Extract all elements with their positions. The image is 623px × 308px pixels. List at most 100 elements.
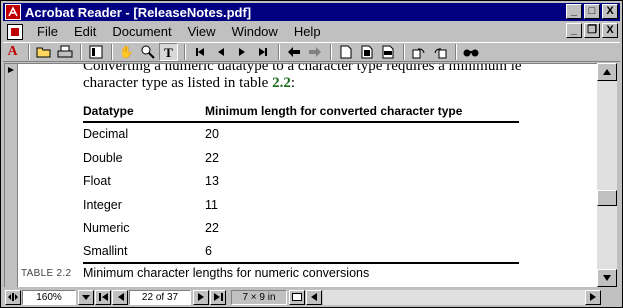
window-title: Acrobat Reader - [ReleaseNotes.pdf] [25, 4, 252, 20]
fit-page-icon[interactable] [357, 43, 376, 61]
document-menu-icon[interactable] [7, 23, 23, 40]
table-cell-length: 22 [205, 221, 219, 235]
table-cell-datatype: Float [83, 174, 111, 188]
table-caption-label: TABLE 2.2 [21, 268, 72, 279]
table-cell-datatype: Decimal [83, 127, 129, 141]
rotate-right-icon[interactable] [430, 43, 449, 61]
paragraph-line-2: character type as listed in table 2.2: [83, 75, 597, 92]
text-select-icon[interactable]: T [159, 43, 178, 61]
doc-close-button[interactable]: X [602, 23, 618, 38]
table-cell-length: 13 [205, 174, 219, 188]
table-header-rule [83, 121, 519, 123]
paragraph-punct: : [290, 75, 296, 91]
menu-window[interactable]: Window [224, 24, 286, 39]
document-view[interactable]: Converting a numeric datatype to a chara… [4, 63, 597, 287]
last-page-icon [213, 293, 223, 301]
acrobat-app-icon[interactable] [5, 4, 21, 20]
menu-view[interactable]: View [180, 24, 224, 39]
status-prev-page-button[interactable] [112, 289, 128, 305]
body-paragraph: Converting a numeric datatype to a chara… [83, 63, 597, 92]
menu-file[interactable]: File [29, 24, 66, 39]
table-caption-text: Minimum character lengths for numeric co… [83, 266, 370, 280]
page-size-indicator: 7 × 9 in [231, 289, 287, 305]
horizontal-scrollbar[interactable] [323, 289, 585, 305]
table-bottom-rule [83, 262, 519, 264]
table-cell-datatype: Numeric [83, 221, 130, 235]
scroll-right-button[interactable] [585, 289, 601, 305]
toolbar: A ✋ T [3, 42, 620, 62]
toolbar-separator [28, 44, 30, 60]
page-number-field[interactable]: 22 of 37 [129, 289, 191, 305]
text-select-label: T [164, 44, 173, 60]
table-reference-link[interactable]: 2.2 [272, 75, 291, 91]
table-cell-datatype: Smallint [83, 244, 128, 258]
first-page-icon [98, 293, 108, 301]
arrow-right-icon [590, 293, 596, 301]
table-header-datatype: Datatype [83, 104, 134, 118]
scroll-down-button[interactable] [597, 269, 617, 287]
prev-page-icon [117, 293, 124, 301]
arrow-down-icon [603, 275, 611, 281]
zoom-dropdown-button[interactable] [78, 289, 94, 305]
scroll-up-button[interactable] [597, 63, 617, 81]
find-icon[interactable] [461, 43, 480, 61]
menu-document[interactable]: Document [104, 24, 179, 39]
status-first-page-button[interactable] [95, 289, 111, 305]
table-cell-length: 20 [205, 127, 219, 141]
menu-help[interactable]: Help [286, 24, 329, 39]
arrow-left-icon [311, 293, 317, 301]
acrobat-window: Acrobat Reader - [ReleaseNotes.pdf] _ □ … [0, 0, 623, 308]
open-icon[interactable] [34, 43, 53, 61]
toolbar-separator [184, 44, 186, 60]
zoom-tool-icon[interactable] [138, 43, 157, 61]
maximize-button[interactable]: □ [584, 4, 600, 19]
close-button[interactable]: X [602, 4, 618, 19]
toolbar-separator [278, 44, 280, 60]
paragraph-text: character type as listed in table [83, 75, 273, 91]
chevron-down-icon [82, 294, 90, 300]
menu-edit[interactable]: Edit [66, 24, 104, 39]
minimize-button[interactable]: _ [566, 4, 582, 19]
last-page-icon[interactable] [253, 43, 272, 61]
actual-size-icon[interactable] [336, 43, 355, 61]
vertical-scrollbar[interactable] [597, 63, 617, 287]
next-page-icon [197, 293, 204, 301]
toolbar-separator [403, 44, 405, 60]
fit-width-icon[interactable] [378, 43, 397, 61]
zoom-field[interactable]: 160% [22, 289, 76, 305]
page-layout-icon[interactable] [289, 289, 305, 305]
status-next-page-button[interactable] [193, 289, 209, 305]
toolbar-separator [455, 44, 457, 60]
table-cell-length: 22 [205, 151, 219, 165]
title-bar[interactable]: Acrobat Reader - [ReleaseNotes.pdf] _ □ … [3, 3, 620, 21]
doc-restore-button[interactable]: ❐ [584, 23, 600, 38]
toolbar-separator [80, 44, 82, 60]
table-cell-datatype: Integer [83, 198, 122, 212]
doc-minimize-button[interactable]: _ [566, 23, 582, 38]
first-page-icon[interactable] [190, 43, 209, 61]
table-cell-datatype: Double [83, 151, 123, 165]
next-page-icon[interactable] [232, 43, 251, 61]
hand-tool-icon[interactable]: ✋ [117, 43, 136, 61]
paragraph-line-1: Converting a numeric datatype to a chara… [83, 63, 522, 74]
table-header-min-length: Minimum length for converted character t… [205, 104, 463, 118]
status-last-page-button[interactable] [210, 289, 226, 305]
toolbar-separator [330, 44, 332, 60]
print-icon[interactable] [55, 43, 74, 61]
go-forward-icon[interactable] [305, 43, 324, 61]
scroll-left-button[interactable] [306, 289, 322, 305]
toolbar-separator [111, 44, 113, 60]
expand-arrow-icon [8, 67, 14, 73]
thumbnails-icon[interactable] [86, 43, 105, 61]
menu-bar: File Edit Document View Window Help _ ❐ … [3, 22, 620, 41]
table-cell-length: 11 [205, 198, 218, 212]
bookmark-pane-toggle[interactable] [5, 64, 18, 287]
status-bar: 160% 22 of 37 7 × 9 in [3, 288, 620, 306]
prev-page-icon[interactable] [211, 43, 230, 61]
adobe-logo-icon[interactable]: A [3, 43, 22, 61]
vertical-scroll-thumb[interactable] [597, 190, 617, 206]
pan-split-icon[interactable] [5, 289, 21, 305]
go-back-icon[interactable] [284, 43, 303, 61]
table-cell-length: 6 [205, 244, 212, 258]
rotate-left-icon[interactable] [409, 43, 428, 61]
